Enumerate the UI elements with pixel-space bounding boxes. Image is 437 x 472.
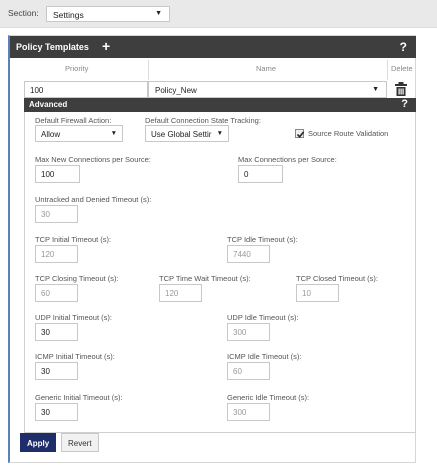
policy-templates-header: Policy Templates + ? <box>10 36 416 58</box>
default-firewall-action-label: Default Firewall Action: <box>35 116 112 125</box>
revert-button[interactable]: Revert <box>61 433 99 452</box>
help-icon[interactable]: ? <box>401 98 408 110</box>
max-new-connections-label: Max New Connections per Source: <box>35 155 151 164</box>
section-label: Section: <box>8 8 39 18</box>
tcp-initial-timeout-input[interactable]: 120 <box>35 245 78 263</box>
policy-name-select[interactable]: Policy_New ▼ <box>148 81 387 98</box>
tcp-closed-timeout-input[interactable]: 10 <box>296 284 339 302</box>
tcp-idle-timeout-input[interactable]: 7440 <box>227 245 270 263</box>
check-icon <box>296 131 305 139</box>
icmp-initial-timeout-label: ICMP Initial Timeout (s): <box>35 352 115 361</box>
column-divider <box>387 60 388 80</box>
section-select-value: Settings <box>53 10 84 20</box>
source-route-validation-label: Source Route Validation <box>308 129 389 138</box>
chevron-down-icon: ▼ <box>214 130 223 137</box>
generic-initial-timeout-input[interactable]: 30 <box>35 403 78 421</box>
default-conn-state-label: Default Connection State Tracking: <box>145 116 261 125</box>
help-icon[interactable]: ? <box>400 40 407 54</box>
untracked-denied-timeout-label: Untracked and Denied Timeout (s): <box>35 195 152 204</box>
column-header-priority: Priority <box>65 64 89 73</box>
chevron-down-icon: ▼ <box>108 130 117 137</box>
tcp-time-wait-timeout-label: TCP Time Wait Timeout (s): <box>159 274 251 283</box>
untracked-denied-timeout-input[interactable]: 30 <box>35 205 78 223</box>
max-connections-input[interactable]: 0 <box>238 165 283 183</box>
udp-initial-timeout-input[interactable]: 30 <box>35 323 78 341</box>
priority-input[interactable]: 100 <box>24 81 148 98</box>
tcp-closing-timeout-input[interactable]: 60 <box>35 284 78 302</box>
tcp-time-wait-timeout-input[interactable]: 120 <box>159 284 202 302</box>
section-select[interactable]: Settings ▼ <box>46 6 170 22</box>
add-icon[interactable]: + <box>102 38 110 54</box>
icmp-idle-timeout-label: ICMP Idle Timeout (s): <box>227 352 302 361</box>
policy-templates-title: Policy Templates <box>16 42 89 52</box>
advanced-title: Advanced <box>29 100 68 109</box>
default-firewall-action-select[interactable]: Allow ▼ <box>35 125 123 142</box>
default-conn-state-value: Use Global Settir <box>151 130 212 139</box>
udp-initial-timeout-label: UDP Initial Timeout (s): <box>35 313 112 322</box>
column-header-delete: Delete <box>391 64 413 73</box>
udp-idle-timeout-input[interactable]: 300 <box>227 323 270 341</box>
default-firewall-action-value: Allow <box>41 130 61 139</box>
tcp-closed-timeout-label: TCP Closed Timeout (s): <box>296 274 378 283</box>
icmp-initial-timeout-input[interactable]: 30 <box>35 362 78 380</box>
section-bar: Section: Settings ▼ <box>0 0 437 28</box>
generic-idle-timeout-label: Generic Idle Timeout (s): <box>227 393 310 402</box>
apply-button[interactable]: Apply <box>20 433 56 452</box>
max-new-connections-input[interactable]: 100 <box>35 165 80 183</box>
icmp-idle-timeout-input[interactable]: 60 <box>227 362 270 380</box>
udp-idle-timeout-label: UDP Idle Timeout (s): <box>227 313 299 322</box>
chevron-down-icon: ▼ <box>155 10 162 17</box>
policy-name-value: Policy_New <box>155 86 197 95</box>
source-route-validation-checkbox[interactable] <box>295 129 305 139</box>
default-conn-state-select[interactable]: Use Global Settir ▼ <box>145 125 229 142</box>
column-divider <box>148 60 149 80</box>
tcp-idle-timeout-label: TCP Idle Timeout (s): <box>227 235 298 244</box>
column-header-name: Name <box>256 64 277 73</box>
generic-idle-timeout-input[interactable]: 300 <box>227 403 270 421</box>
trash-icon[interactable] <box>394 81 408 97</box>
tcp-closing-timeout-label: TCP Closing Timeout (s): <box>35 274 119 283</box>
generic-initial-timeout-label: Generic Initial Timeout (s): <box>35 393 123 402</box>
chevron-down-icon: ▼ <box>372 86 379 93</box>
tcp-initial-timeout-label: TCP Initial Timeout (s): <box>35 235 112 244</box>
max-connections-label: Max Connections per Source: <box>238 155 337 164</box>
advanced-header[interactable]: Advanced ? <box>24 98 416 112</box>
